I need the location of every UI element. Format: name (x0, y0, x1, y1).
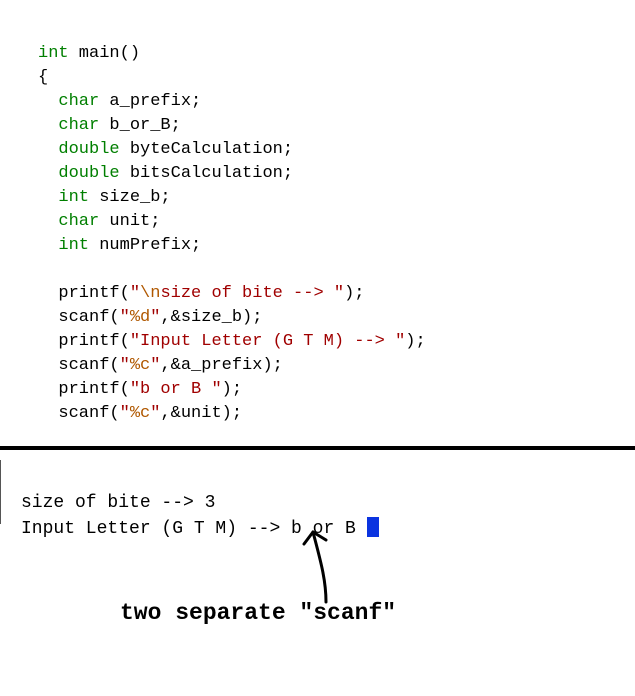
string-quote: " (120, 404, 130, 423)
code-text: byteCalculation; (120, 140, 293, 159)
escape-seq: \n (140, 284, 160, 303)
code-text: ( (109, 308, 119, 327)
keyword-char: char (58, 212, 99, 231)
keyword-char: char (58, 116, 99, 135)
string-literal: b or B (140, 380, 211, 399)
string-quote: " (130, 332, 140, 351)
code-block: int main() { char a_prefix; char b_or_B;… (0, 0, 635, 426)
fn-scanf: scanf (58, 308, 109, 327)
code-text: numPrefix; (89, 236, 201, 255)
code-text: ,&size_b); (160, 308, 262, 327)
fn-printf: printf (58, 332, 119, 351)
keyword-double: double (58, 164, 119, 183)
string-quote: " (211, 380, 221, 399)
format-spec: %c (130, 404, 150, 423)
code-text: ,&unit); (160, 404, 242, 423)
code-text: b_or_B; (99, 116, 181, 135)
code-text: ); (344, 284, 364, 303)
code-text: { (38, 68, 48, 87)
code-text: ( (109, 404, 119, 423)
fn-scanf: scanf (58, 404, 109, 423)
string-literal: Input Letter (G T M) --> (140, 332, 395, 351)
fn-scanf: scanf (58, 356, 109, 375)
string-quote: " (150, 308, 160, 327)
string-quote: " (120, 308, 130, 327)
code-text: ( (109, 356, 119, 375)
string-quote: " (150, 356, 160, 375)
string-quote: " (130, 380, 140, 399)
console-output: size of bite --> 3 Input Letter (G T M) … (0, 460, 635, 524)
fn-printf: printf (58, 284, 119, 303)
annotation-layer: two separate "scanf" (0, 524, 635, 644)
keyword-double: double (58, 140, 119, 159)
arrow-icon (298, 524, 358, 609)
string-quote: " (395, 332, 405, 351)
format-spec: %c (130, 356, 150, 375)
code-text: ( (120, 380, 130, 399)
console-line: size of bite --> 3 (21, 493, 215, 513)
code-text: ,&a_prefix); (160, 356, 282, 375)
code-text: ); (405, 332, 425, 351)
code-text: a_prefix; (99, 92, 201, 111)
code-text: ); (222, 380, 242, 399)
string-quote: " (150, 404, 160, 423)
code-text: ( (120, 284, 130, 303)
format-spec: %d (130, 308, 150, 327)
keyword-char: char (58, 92, 99, 111)
code-text: unit; (99, 212, 160, 231)
string-literal: size of bite --> (160, 284, 333, 303)
code-text: ( (120, 332, 130, 351)
string-quote: " (130, 284, 140, 303)
string-quote: " (334, 284, 344, 303)
section-divider (0, 446, 635, 450)
annotation-text: two separate "scanf" (120, 600, 396, 626)
code-text: bitsCalculation; (120, 164, 293, 183)
keyword-int: int (38, 44, 69, 63)
code-text: size_b; (89, 188, 171, 207)
keyword-int: int (58, 188, 89, 207)
fn-printf: printf (58, 380, 119, 399)
keyword-int: int (58, 236, 89, 255)
string-quote: " (120, 356, 130, 375)
code-text: main() (69, 44, 140, 63)
